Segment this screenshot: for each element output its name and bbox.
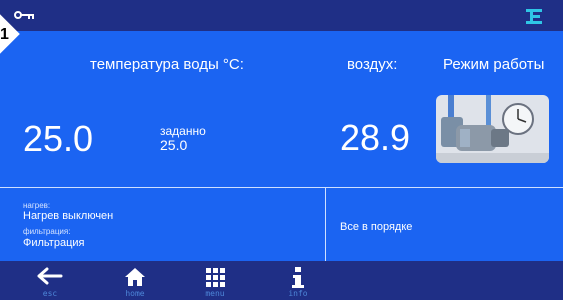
screen: 1 температура воды °C: воздух: Режим раб… xyxy=(0,0,563,300)
info-icon xyxy=(292,267,304,288)
water-temperature-value: 25.0 xyxy=(23,118,94,159)
setpoint-label: заданно xyxy=(160,124,206,138)
logo-icon xyxy=(526,9,542,24)
home-label: home xyxy=(125,289,145,298)
info-button[interactable]: info xyxy=(268,261,328,300)
setpoint-value[interactable]: 25.0 xyxy=(160,137,187,153)
filtration-value: Фильтрация xyxy=(23,237,85,249)
grid-menu-icon xyxy=(206,268,225,287)
top-bar xyxy=(0,0,563,31)
pump-filter-icon[interactable] xyxy=(436,95,549,163)
bottom-nav: esc home menu info xyxy=(0,261,563,300)
air-temperature-value: 28.9 xyxy=(340,117,411,158)
home-icon xyxy=(125,268,145,286)
menu-button[interactable]: menu xyxy=(185,261,245,300)
divider-horizontal xyxy=(0,187,563,188)
divider-vertical xyxy=(325,187,326,261)
info-label: info xyxy=(288,289,308,298)
status-message: Все в порядке xyxy=(340,221,413,233)
air-header: воздух: xyxy=(347,56,398,73)
esc-button[interactable]: esc xyxy=(20,261,80,300)
corner-digit: 1 xyxy=(0,26,9,43)
mode-header: Режим работы xyxy=(443,56,545,73)
water-temperature-header: температура воды °C: xyxy=(90,56,244,73)
filtration-label: фильтрация: xyxy=(23,227,71,236)
home-button[interactable]: home xyxy=(105,261,165,300)
heating-label: нагрев: xyxy=(23,201,51,210)
key-icon[interactable] xyxy=(14,9,36,21)
menu-label: menu xyxy=(205,289,225,298)
esc-label: esc xyxy=(42,289,58,298)
heating-value: Нагрев выключен xyxy=(23,210,114,222)
arrow-left-icon xyxy=(37,267,63,285)
